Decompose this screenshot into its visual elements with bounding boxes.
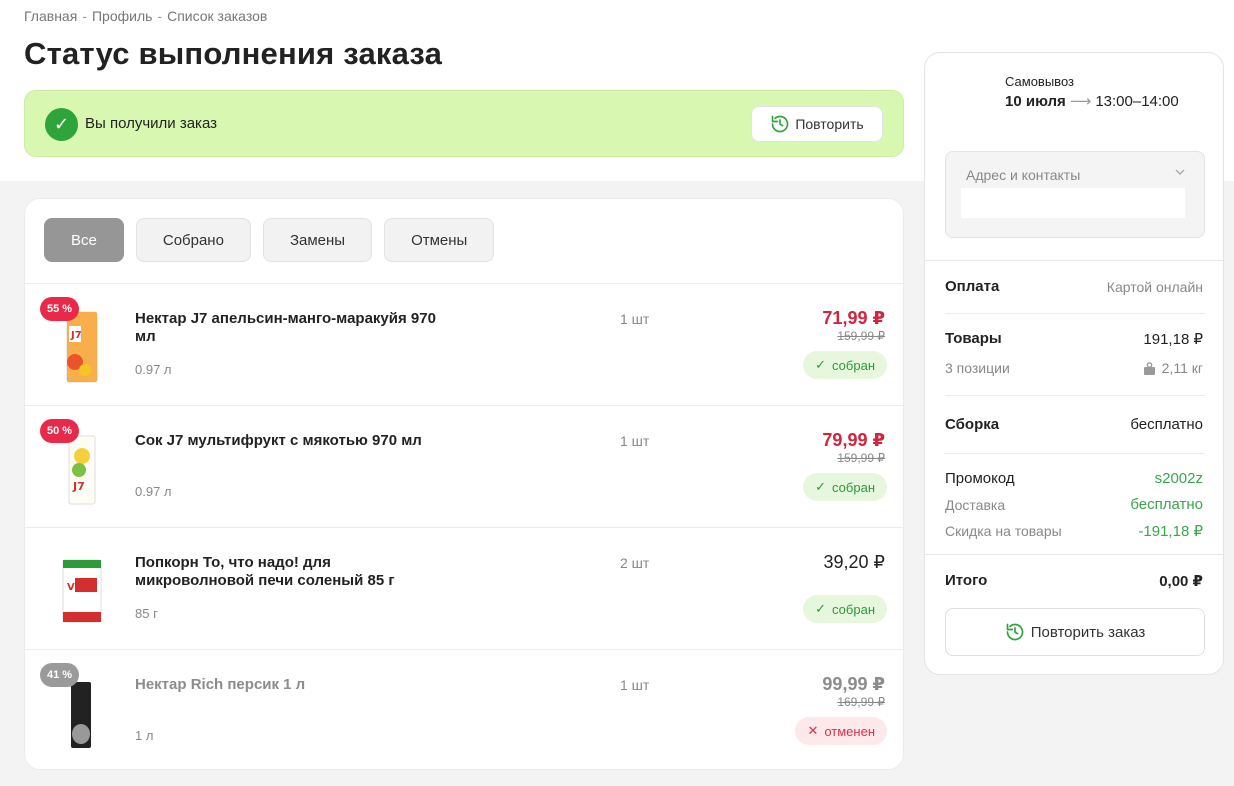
- item-old-price: 159,99 ₽: [837, 329, 885, 343]
- total-value: 0,00 ₽: [1159, 573, 1203, 590]
- item-volume: 85 г: [135, 606, 158, 621]
- item-name[interactable]: Попкорн То, что надо! для микроволновой …: [135, 554, 445, 590]
- svg-text:J7: J7: [70, 330, 82, 341]
- item-price: 79,99 ₽: [822, 430, 885, 450]
- status-badge-label: отменен: [824, 723, 875, 739]
- item-name[interactable]: Нектар J7 апельсин-манго-маракуйя 970 мл: [135, 310, 445, 346]
- status-badge: ✓ собран: [803, 351, 887, 379]
- divider: [925, 554, 1223, 555]
- delivery-value: бесплатно: [1130, 496, 1203, 513]
- breadcrumb-profile[interactable]: Профиль: [92, 8, 152, 24]
- filter-collected[interactable]: Собрано: [135, 218, 251, 262]
- status-badge-label: собран: [832, 601, 875, 617]
- repeat-button[interactable]: Повторить: [751, 106, 883, 142]
- filter-replacements[interactable]: Замены: [262, 218, 373, 262]
- discount-value: -191,18 ₽: [1138, 523, 1203, 540]
- pickup-time: 13:00–14:00: [1095, 93, 1179, 110]
- discount-badge: 41 %: [40, 663, 80, 687]
- order-item: 50 % J7 Сок J7 мультифрукт с мякотью 970…: [25, 405, 903, 527]
- repeat-order-label: Повторить заказ: [1030, 623, 1146, 641]
- status-badge: ✓ собран: [803, 473, 887, 501]
- repeat-button-label: Повторить: [795, 116, 864, 132]
- goods-value: 191,18 ₽: [1143, 331, 1203, 348]
- item-name[interactable]: Сок J7 мультифрукт с мякотью 970 мл: [135, 432, 445, 450]
- status-text: Вы получили заказ: [85, 115, 217, 132]
- weight-info: 2,11 кг: [1143, 360, 1203, 376]
- check-icon: ✓: [815, 357, 827, 372]
- divider: [945, 395, 1205, 396]
- arrow-right-icon: ⟶: [1069, 93, 1092, 110]
- check-icon: ✓: [815, 601, 827, 616]
- check-icon: ✓: [45, 108, 78, 141]
- payment-label: Оплата: [945, 278, 1000, 295]
- goods-label: Товары: [945, 330, 1002, 347]
- item-price: 39,20 ₽: [823, 552, 886, 572]
- breadcrumb: Главная - Профиль - Список заказов: [24, 8, 267, 24]
- status-banner: ✓ Вы получили заказ Повторить: [24, 90, 904, 157]
- chevron-down-icon: [1175, 169, 1185, 176]
- status-badge-label: собран: [832, 357, 875, 373]
- svg-text:V: V: [67, 582, 75, 593]
- filter-cancellations[interactable]: Отмены: [384, 218, 495, 262]
- filter-all[interactable]: Все: [44, 218, 124, 262]
- discount-badge: 50 %: [40, 419, 80, 443]
- delivery-label: Доставка: [945, 497, 1006, 513]
- close-icon: ✕: [807, 723, 819, 738]
- item-name[interactable]: Нектар Rich персик 1 л: [135, 676, 445, 694]
- history-icon: [1006, 623, 1023, 641]
- item-quantity: 2 шт: [620, 555, 650, 571]
- address-field: [961, 188, 1185, 218]
- address-contacts-dropdown[interactable]: Адрес и контакты: [945, 151, 1205, 238]
- repeat-order-button[interactable]: Повторить заказ: [945, 608, 1205, 656]
- breadcrumb-separator: -: [157, 8, 163, 24]
- status-badge: ✕ отменен: [795, 717, 887, 745]
- order-item: 41 % Нектар Rich персик 1 л 1 л 1 шт 99,…: [25, 649, 903, 769]
- order-items-card: Все Собрано Замены Отмены 55 % J7 Нектар…: [24, 198, 904, 770]
- item-price: 71,99 ₽: [822, 308, 885, 328]
- total-label: Итого: [945, 572, 988, 589]
- weight-icon: [1143, 362, 1155, 375]
- positions-count: 3 позиции: [945, 360, 1010, 376]
- payment-value: Картой онлайн: [1106, 279, 1203, 295]
- discount-badge: 55 %: [40, 297, 80, 321]
- status-badge: ✓ собран: [803, 595, 887, 623]
- item-volume: 1 л: [135, 728, 154, 743]
- item-old-price: 169,99 ₽: [837, 695, 885, 709]
- discount-label: Скидка на товары: [945, 523, 1062, 539]
- item-old-price: 159,99 ₽: [837, 451, 885, 465]
- address-label: Адрес и контакты: [966, 167, 1081, 183]
- filter-tabs: Все Собрано Замены Отмены: [44, 218, 495, 262]
- divider: [945, 453, 1205, 454]
- breadcrumb-home[interactable]: Главная: [24, 8, 77, 24]
- promo-value: s2002z: [1154, 470, 1203, 487]
- pickup-date: 10 июля: [1005, 93, 1066, 110]
- item-price: 99,99 ₽: [822, 674, 885, 694]
- svg-text:J7: J7: [72, 480, 85, 493]
- divider: [945, 313, 1205, 314]
- check-icon: ✓: [815, 479, 827, 494]
- pickup-label: Самовывоз: [1005, 74, 1074, 89]
- item-quantity: 1 шт: [620, 433, 650, 449]
- order-item: V Попкорн То, что надо! для микроволново…: [25, 527, 903, 649]
- order-item: 55 % J7 Нектар J7 апельсин-манго-маракуй…: [25, 283, 903, 405]
- item-volume: 0.97 л: [135, 484, 172, 499]
- promo-label: Промокод: [945, 470, 1015, 487]
- page-title: Статус выполнения заказа: [24, 36, 443, 71]
- order-summary-card: Самовывоз 10 июля ⟶ 13:00–14:00 Адрес и ко…: [924, 52, 1224, 675]
- assembly-label: Сборка: [945, 416, 1000, 433]
- divider: [925, 260, 1223, 261]
- status-badge-label: собран: [832, 479, 875, 495]
- item-volume: 0.97 л: [135, 362, 172, 377]
- assembly-value: бесплатно: [1130, 416, 1203, 433]
- pickup-datetime: 10 июля ⟶ 13:00–14:00: [1005, 92, 1179, 110]
- item-quantity: 1 шт: [620, 311, 650, 327]
- history-icon: [771, 115, 789, 133]
- breadcrumb-separator: -: [82, 8, 87, 24]
- weight-value: 2,11 кг: [1161, 360, 1203, 376]
- breadcrumb-orders[interactable]: Список заказов: [167, 8, 267, 24]
- product-image: V: [62, 559, 102, 623]
- item-quantity: 1 шт: [620, 677, 650, 693]
